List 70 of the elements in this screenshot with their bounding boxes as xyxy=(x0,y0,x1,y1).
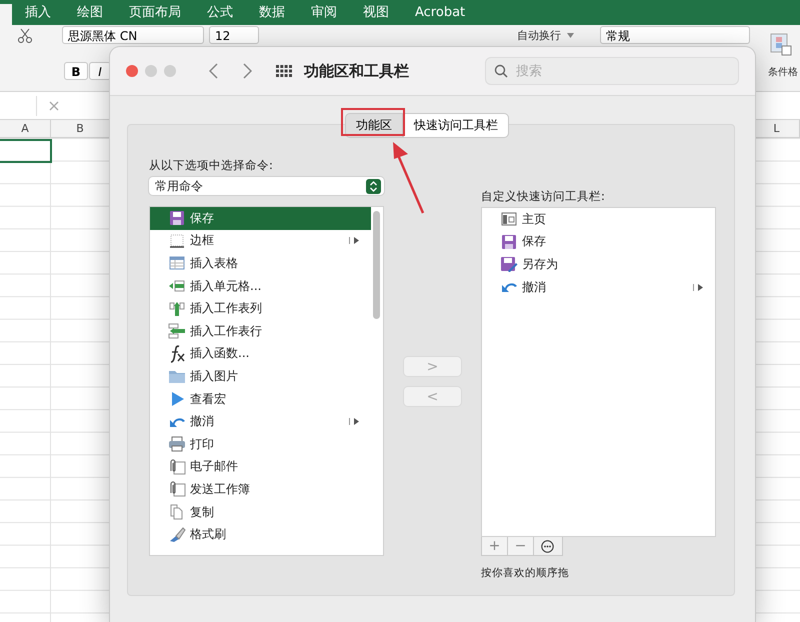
scissors-icon[interactable] xyxy=(17,28,33,44)
list-item[interactable]: 打印 xyxy=(150,432,371,456)
list-item[interactable]: 保存 xyxy=(150,207,371,230)
italic-button[interactable]: I xyxy=(89,62,111,80)
printer-icon xyxy=(168,436,186,452)
insert-row-icon xyxy=(168,323,186,340)
list-item[interactable]: 插入工作表行 xyxy=(150,320,371,343)
ribbon-tab[interactable]: 审阅 xyxy=(298,0,350,25)
list-item[interactable]: 查看宏 xyxy=(150,388,371,410)
list-item[interactable]: 复制 xyxy=(150,500,371,524)
cancel-icon[interactable] xyxy=(49,100,59,110)
forward-icon[interactable] xyxy=(243,63,252,79)
section-label: 从以下选项中选择命令: xyxy=(149,158,274,173)
selected-cell[interactable] xyxy=(0,139,52,163)
command-dropdown[interactable]: 常用命令 xyxy=(149,177,384,195)
ribbon-tab[interactable]: 视图 xyxy=(350,0,402,25)
number-format-field[interactable]: 常规 xyxy=(600,26,750,44)
search-icon xyxy=(494,64,508,78)
list-item[interactable]: 撤消 xyxy=(150,410,371,433)
window-icon xyxy=(500,211,518,228)
border-icon xyxy=(168,232,186,249)
search-field[interactable]: 搜索 xyxy=(485,57,739,85)
function-icon xyxy=(168,344,186,363)
tab[interactable]: 功能区 xyxy=(345,113,403,138)
column-header[interactable]: A xyxy=(0,120,51,137)
wrap-text-button[interactable]: 自动换行 xyxy=(517,28,561,43)
hint-text: 按你喜欢的顺序拖 xyxy=(481,566,570,580)
list-item[interactable]: 插入函数... xyxy=(150,342,371,366)
section-label: 自定义快速访问工具栏: xyxy=(481,189,606,204)
paintbrush-icon xyxy=(168,526,186,543)
scrollbar[interactable] xyxy=(373,211,380,319)
insert-cells-icon xyxy=(168,278,186,294)
bold-button[interactable]: B xyxy=(64,62,88,80)
font-field[interactable]: 思源黑体 CN xyxy=(62,26,204,44)
ribbon-tab[interactable]: 绘图 xyxy=(64,0,116,25)
list-item[interactable]: 插入图片 xyxy=(150,365,371,388)
ribbon-tab[interactable]: 页面布局 xyxy=(116,0,194,25)
more-options-icon[interactable] xyxy=(540,540,554,552)
paperclip-icon xyxy=(168,458,186,475)
insert-column-icon xyxy=(168,300,186,317)
list-item[interactable]: 插入工作表列 xyxy=(150,297,371,320)
close-button[interactable] xyxy=(126,65,138,77)
list-item[interactable]: 发送工作簿 xyxy=(150,478,371,501)
dropdown-caret-icon[interactable] xyxy=(567,33,574,38)
list-item[interactable]: 保存 xyxy=(482,230,715,254)
list-item[interactable]: 电子邮件 xyxy=(150,456,371,478)
stepper-icon xyxy=(366,178,381,194)
table-icon xyxy=(168,255,186,272)
ribbon-tab[interactable]: 数据 xyxy=(246,0,298,25)
list-item[interactable]: 插入表格 xyxy=(150,252,371,275)
list-item[interactable]: 主页 xyxy=(482,208,715,231)
ribbon-tab[interactable]: 插入 xyxy=(12,0,64,25)
list-item[interactable]: 格式刷 xyxy=(150,523,371,546)
back-icon[interactable] xyxy=(209,63,218,79)
folder-icon xyxy=(168,368,186,384)
highlight-frame xyxy=(341,108,405,136)
font-size-field[interactable]: 12 xyxy=(209,26,259,44)
list-item[interactable]: 边框 xyxy=(150,230,371,252)
conditional-format-icon[interactable] xyxy=(770,33,792,57)
grid-icon[interactable] xyxy=(276,65,292,77)
floppy-pencil-icon xyxy=(500,256,518,272)
window-title: 功能区和工具栏 xyxy=(304,62,409,80)
paperclip-icon xyxy=(168,481,186,498)
list-item[interactable]: 撤消 xyxy=(482,276,715,298)
list-item[interactable]: 另存为 xyxy=(482,253,715,276)
ribbon-tab[interactable]: Acrobat xyxy=(402,0,478,25)
tab[interactable]: 快速访问工具栏 xyxy=(403,113,509,138)
conditional-format-button[interactable]: 条件格 xyxy=(768,65,798,79)
list-item[interactable]: 插入单元格... xyxy=(150,274,371,298)
ribbon-tab[interactable]: 公式 xyxy=(194,0,246,25)
